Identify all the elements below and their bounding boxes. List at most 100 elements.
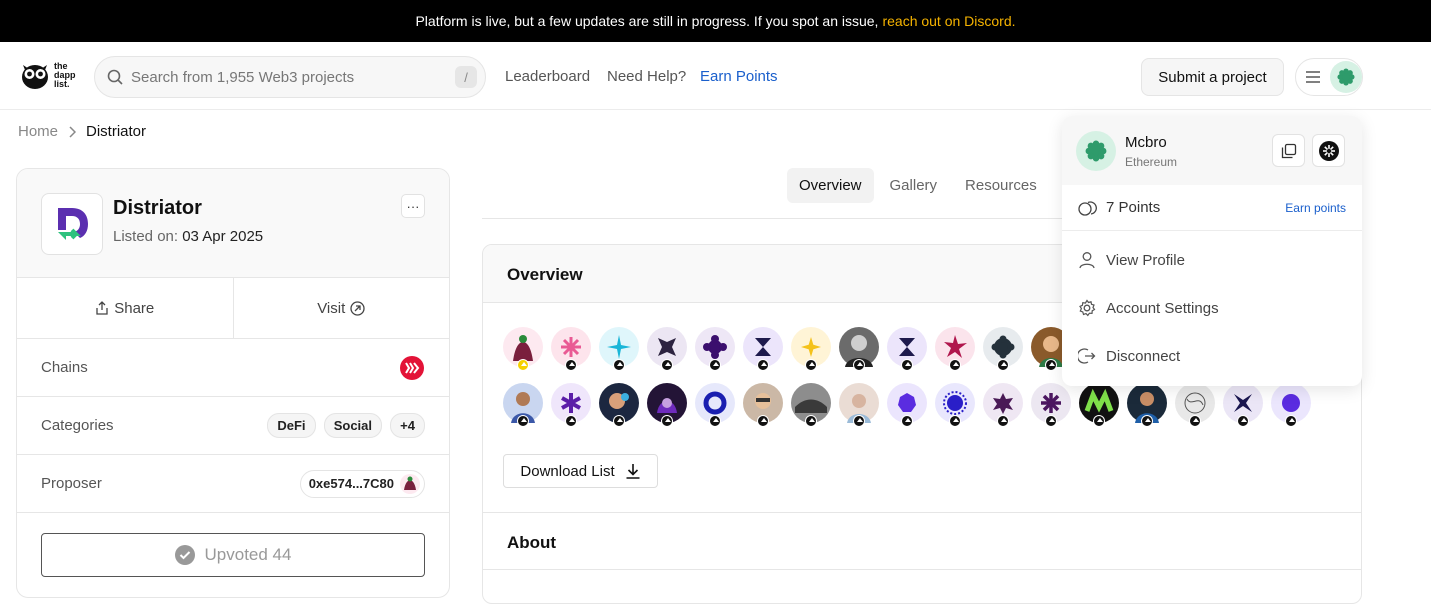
gear-blob-avatar-icon	[1337, 68, 1355, 86]
section-tabs: Overview Gallery Resources	[787, 168, 1049, 203]
upvote-badge-icon	[949, 415, 961, 427]
search-input[interactable]	[131, 68, 451, 86]
voter-avatar[interactable]	[503, 383, 543, 427]
breadcrumb-current: Distriator	[86, 123, 147, 140]
logo-text: the dapp list.	[54, 60, 76, 89]
check-circle-icon	[174, 545, 195, 565]
voter-avatar[interactable]	[599, 327, 639, 371]
external-arrow-icon	[350, 300, 365, 316]
copy-address-button[interactable]	[1272, 134, 1305, 167]
visit-button[interactable]: Visit	[234, 278, 450, 338]
voter-avatar[interactable]	[839, 383, 879, 427]
upvote-badge-icon	[757, 359, 769, 371]
tab-resources[interactable]: Resources	[953, 168, 1049, 203]
download-list-button[interactable]: Download List	[503, 454, 658, 488]
category-chip[interactable]: Social	[323, 413, 382, 438]
voter-avatar[interactable]	[1031, 383, 1071, 427]
voter-avatar[interactable]	[743, 383, 783, 427]
voter-avatar[interactable]	[1223, 383, 1263, 427]
share-button[interactable]: Share	[17, 278, 234, 338]
voter-avatar[interactable]	[887, 327, 927, 371]
voter-avatar[interactable]	[1079, 383, 1119, 427]
category-chip[interactable]: DeFi	[267, 413, 316, 438]
voter-avatar[interactable]	[647, 327, 687, 371]
listed-label: Listed on:	[113, 228, 179, 245]
owl-logo-icon	[22, 65, 48, 89]
voter-avatar[interactable]	[1271, 383, 1311, 427]
upvote-badge-icon	[1285, 415, 1297, 427]
account-settings-item[interactable]: Account Settings	[1062, 284, 1362, 332]
tab-overview[interactable]: Overview	[787, 168, 874, 203]
upvote-badge-icon	[949, 359, 961, 371]
more-options-button[interactable]: ···	[401, 194, 425, 218]
voter-avatar[interactable]	[791, 327, 831, 371]
chevron-right-icon	[69, 125, 77, 138]
discord-link[interactable]: reach out on Discord.	[882, 13, 1015, 29]
voter-avatar[interactable]	[983, 383, 1023, 427]
proposer-avatar-icon	[400, 473, 420, 494]
submit-project-button[interactable]: Submit a project	[1141, 58, 1284, 96]
voter-avatar[interactable]	[935, 327, 975, 371]
upvote-badge-icon	[1189, 415, 1201, 427]
divider	[483, 512, 1361, 513]
wallet-button[interactable]	[1312, 134, 1345, 167]
voter-avatar[interactable]	[647, 383, 687, 427]
logo[interactable]: the dapp list.	[20, 60, 84, 90]
disconnect-item[interactable]: Disconnect	[1062, 332, 1362, 380]
voter-avatar[interactable]	[935, 383, 975, 427]
voter-avatar[interactable]	[887, 383, 927, 427]
points-display: 7 Points	[1078, 199, 1160, 217]
nav-need-help[interactable]: Need Help?	[607, 68, 686, 85]
upvote-button[interactable]: Upvoted 44	[41, 533, 425, 577]
view-profile-item[interactable]: View Profile	[1062, 236, 1362, 284]
upvote-label: Upvoted 44	[204, 545, 292, 564]
nav-earn-points[interactable]: Earn Points	[700, 68, 778, 85]
voter-avatar[interactable]	[743, 327, 783, 371]
voter-avatar[interactable]	[695, 327, 735, 371]
disconnect-label: Disconnect	[1106, 347, 1181, 365]
breadcrumb: Home Distriator	[18, 123, 146, 140]
proposer-address[interactable]: 0xe574...7C80	[299, 469, 425, 498]
copy-icon	[1281, 143, 1296, 158]
nav-leaderboard[interactable]: Leaderboard	[505, 68, 590, 85]
upvote-badge-icon	[661, 415, 673, 427]
top-nav: the dapp list. / Leaderboard Need Help? …	[0, 42, 1431, 110]
voter-avatar[interactable]	[551, 383, 591, 427]
tab-gallery[interactable]: Gallery	[878, 168, 950, 203]
chains-label: Chains	[41, 359, 88, 376]
upvote-badge-icon	[1141, 415, 1153, 427]
gear-blob-avatar-icon	[1085, 140, 1107, 162]
voter-avatar[interactable]	[695, 383, 735, 427]
search-bar[interactable]: /	[94, 56, 486, 98]
account-menu-button[interactable]	[1295, 58, 1363, 96]
points-text: 7 Points	[1106, 199, 1161, 216]
account-settings-label: Account Settings	[1106, 299, 1219, 317]
proposer-row: Proposer 0xe574...7C80	[17, 455, 449, 513]
voter-avatar[interactable]	[839, 327, 879, 371]
upvote-badge-icon	[1045, 415, 1057, 427]
hive-chain-icon[interactable]	[399, 355, 425, 381]
voter-avatar[interactable]	[599, 383, 639, 427]
upvote-badge-icon	[613, 415, 625, 427]
voter-avatar[interactable]	[551, 327, 591, 371]
upvote-badge-icon	[901, 415, 913, 427]
voter-avatar[interactable]	[1127, 383, 1167, 427]
upvote-badge-icon	[997, 415, 1009, 427]
proposer-address-text: 0xe574...7C80	[308, 476, 394, 491]
project-actions: Share Visit	[17, 278, 449, 339]
search-icon	[107, 69, 123, 85]
voter-avatar[interactable]	[791, 383, 831, 427]
category-more-chip[interactable]: +4	[390, 413, 425, 438]
account-header: Mcbro Ethereum	[1062, 116, 1362, 185]
voter-avatar[interactable]	[1175, 383, 1215, 427]
upvote-badge-icon	[613, 359, 625, 371]
earn-points-link[interactable]: Earn points	[1285, 201, 1346, 215]
breadcrumb-home[interactable]: Home	[18, 123, 58, 140]
download-icon	[626, 464, 640, 479]
upvote-badge-icon	[997, 359, 1009, 371]
account-dropdown: Mcbro Ethereum 7 Points Earn points View…	[1062, 116, 1362, 386]
voter-avatar[interactable]	[503, 327, 543, 371]
upvote-badge-icon	[565, 415, 577, 427]
project-card: Distriator Listed on: 03 Apr 2025 ··· Sh…	[16, 168, 450, 598]
voter-avatar[interactable]	[983, 327, 1023, 371]
